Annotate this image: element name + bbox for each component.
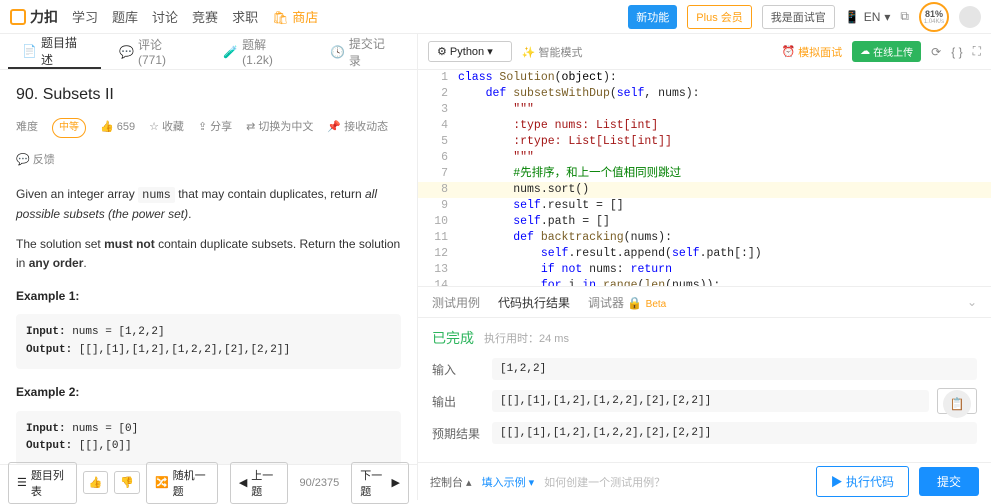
status-text: 已完成	[432, 328, 474, 348]
nav-contest[interactable]: 竞赛	[192, 7, 218, 26]
expected-value: [[],[1],[1,2],[1,2,2],[2],[2,2]]	[492, 422, 977, 444]
tab-solutions[interactable]: 🧪 题解 (1.2k)	[209, 34, 312, 69]
example-1-block: Input: nums = [1,2,2]Output: [[],[1],[1,…	[16, 314, 401, 369]
notes-float-button[interactable]: 📋	[943, 390, 971, 418]
share-button[interactable]: ⇪ 分享	[198, 119, 232, 137]
nav-problems[interactable]: 题库	[112, 7, 138, 26]
avatar[interactable]	[959, 6, 981, 28]
input-label: 输入	[432, 361, 492, 378]
reset-icon[interactable]: ⟳	[931, 45, 941, 59]
output-label: 输出	[432, 393, 492, 410]
switch-lang[interactable]: ⇄ 切换为中文	[246, 119, 313, 137]
tab-result[interactable]: 代码执行结果	[498, 294, 570, 311]
tv-icon[interactable]: ⧉	[900, 9, 909, 24]
settings-icon[interactable]: { }	[951, 45, 962, 59]
console-toggle[interactable]: 控制台 ▴	[430, 474, 472, 490]
add-hint: 如何创建一个测试用例？	[544, 474, 665, 490]
prev-button[interactable]: ◀ 上一题	[230, 462, 288, 504]
topbar: 力扣 学习 题库 讨论 竞赛 求职 🛍 商店 新功能 Plus 会员 我是面试官…	[0, 0, 991, 34]
input-value: [1,2,2]	[492, 358, 977, 380]
problem-content: 90. Subsets II 难度 中等 👍 659 ☆ 收藏 ⇪ 分享 ⇄ 切…	[0, 70, 417, 464]
editor-bar: ⚙ Python ▾ ✨ 智能模式 ⏰ 模拟面试 ☁ 在线上传 ⟳ { } ⛶	[418, 34, 991, 70]
progress-ring[interactable]: 81% 1.04K/s	[919, 2, 949, 32]
receive-updates[interactable]: 📌 接收动态	[327, 119, 388, 137]
bottom-tabs: 测试用例 代码执行结果 调试器 🔒 Beta ⌄	[418, 286, 991, 318]
likes[interactable]: 👍 659	[100, 119, 135, 137]
desc-paragraph-2: The solution set must not contain duplic…	[16, 235, 401, 273]
new-feature-button[interactable]: 新功能	[628, 5, 677, 29]
example-2-block: Input: nums = [0]Output: [[],[0]]	[16, 411, 401, 465]
problem-tabs: 📄 题目描述 💬 评论 (771) 🧪 题解 (1.2k) 🕓 提交记录	[0, 34, 417, 70]
output-value: [[],[1],[1,2],[1,2,2],[2],[2,2]]	[492, 390, 929, 412]
difficulty-label: 难度	[16, 119, 38, 137]
collapse-icon[interactable]: ⌄	[967, 295, 977, 309]
problem-title: 90. Subsets II	[16, 82, 401, 108]
feedback-button[interactable]: 💬 反馈	[16, 152, 55, 170]
logo-text: 力扣	[30, 7, 58, 27]
run-button[interactable]: ▶ 执行代码	[816, 466, 909, 497]
example-2-heading: Example 2:	[16, 383, 401, 402]
nav-discuss[interactable]: 讨论	[152, 7, 178, 26]
difficulty-badge: 中等	[52, 118, 86, 138]
tab-comments[interactable]: 💬 评论 (771)	[105, 34, 205, 69]
tab-debugger[interactable]: 调试器 🔒 Beta	[588, 294, 666, 311]
problem-list-button[interactable]: ☰ 题目列表	[8, 462, 77, 504]
plus-button[interactable]: Plus 会员	[687, 5, 751, 29]
interviewer-button[interactable]: 我是面试官	[762, 5, 835, 29]
dislike-footer-button[interactable]: 👎	[114, 471, 140, 494]
mock-interview-button[interactable]: ⏰ 模拟面试	[781, 44, 842, 60]
nav-store[interactable]: 🛍 商店	[272, 7, 318, 26]
auto-mode-toggle[interactable]: ✨ 智能模式	[522, 44, 583, 60]
nav-learn[interactable]: 学习	[72, 7, 98, 26]
favorite-button[interactable]: ☆ 收藏	[149, 119, 184, 137]
tab-testcase[interactable]: 测试用例	[432, 294, 480, 311]
example-1-heading: Example 1:	[16, 287, 401, 306]
problem-meta: 难度 中等 👍 659 ☆ 收藏 ⇪ 分享 ⇄ 切换为中文 📌 接收动态 💬 反…	[16, 118, 401, 170]
right-footer: 控制台 ▴ 填入示例 ▾ 如何创建一个测试用例？ ▶ 执行代码 提交	[418, 462, 991, 500]
page-count: 90/2375	[294, 477, 346, 489]
nav-jobs[interactable]: 求职	[232, 7, 258, 26]
logo-icon	[10, 9, 26, 25]
runtime-text: 执行用时：24 ms	[484, 330, 569, 346]
expected-label: 预期结果	[432, 425, 492, 442]
like-footer-button[interactable]: 👍	[83, 471, 109, 494]
language-toggle[interactable]: 📱 EN ▾	[845, 10, 891, 24]
right-panel: ⚙ Python ▾ ✨ 智能模式 ⏰ 模拟面试 ☁ 在线上传 ⟳ { } ⛶ …	[418, 34, 991, 500]
tab-submissions[interactable]: 🕓 提交记录	[316, 34, 409, 69]
online-upload-button[interactable]: ☁ 在线上传	[852, 41, 921, 62]
language-select[interactable]: ⚙ Python ▾	[428, 41, 512, 62]
desc-paragraph-1: Given an integer array nums that may con…	[16, 185, 401, 224]
left-panel: 📄 题目描述 💬 评论 (771) 🧪 题解 (1.2k) 🕓 提交记录 90.…	[0, 34, 418, 500]
fullscreen-icon[interactable]: ⛶	[973, 44, 981, 59]
next-button[interactable]: 下一题 ▶	[351, 462, 409, 504]
submit-button[interactable]: 提交	[919, 467, 979, 496]
add-testcase-link[interactable]: 填入示例 ▾	[482, 474, 535, 490]
left-footer: ☰ 题目列表 👍 👎 🔀 随机一题 ◀ 上一题 90/2375 下一题 ▶	[0, 464, 417, 500]
logo[interactable]: 力扣	[10, 7, 58, 27]
random-button[interactable]: 🔀 随机一题	[146, 462, 218, 504]
code-editor[interactable]: 1class Solution(object):2 def subsetsWit…	[418, 70, 991, 286]
tab-description[interactable]: 📄 题目描述	[8, 34, 101, 69]
test-area: 已完成 执行用时：24 ms 输入 [1,2,2] 输出 [[],[1],[1,…	[418, 318, 991, 462]
